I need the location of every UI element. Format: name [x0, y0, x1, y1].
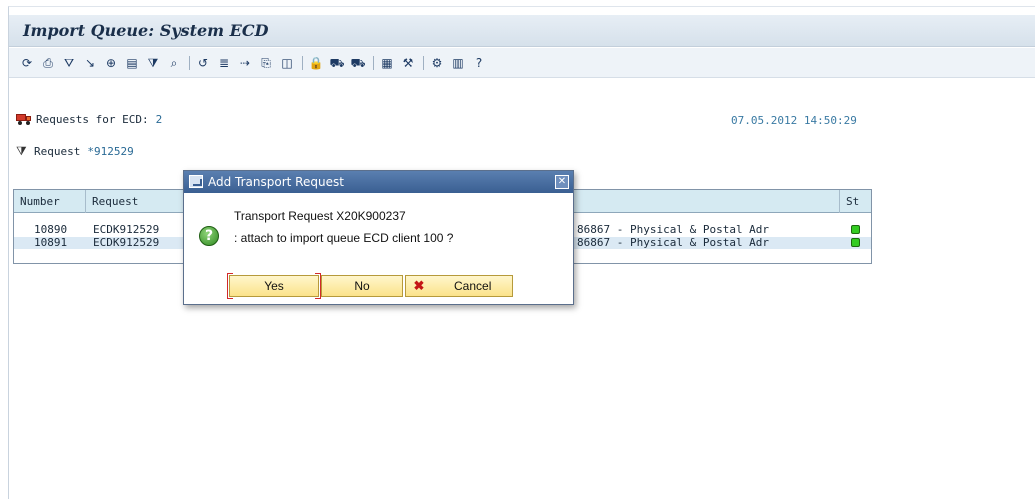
history-icon[interactable]: ↺ [195, 55, 211, 71]
yes-button[interactable]: Yes [227, 273, 321, 299]
toolbar-separator [423, 56, 424, 70]
row-description: 86867 - Physical & Postal Adr [577, 236, 770, 249]
toolbar-separator [189, 56, 190, 70]
status-green-icon [851, 225, 860, 234]
add-transport-request-dialog: Add Transport Request ✕ ? Transport Requ… [183, 170, 574, 305]
status-green-icon [851, 238, 860, 247]
display-icon[interactable]: ▤ [124, 55, 140, 71]
question-icon: ? [199, 226, 219, 246]
close-icon[interactable]: ✕ [555, 175, 569, 189]
help-icon[interactable]: ? [471, 55, 487, 71]
no-button-label: No [354, 279, 370, 293]
transport-icon[interactable]: ⇢ [237, 55, 253, 71]
refresh-icon[interactable]: ⟳ [19, 55, 35, 71]
settings-icon[interactable]: ⚙ [429, 55, 445, 71]
row-number: 10891 [34, 236, 68, 249]
row-request: ECDK912529 [93, 223, 160, 236]
cancel-button-label: Cancel [454, 279, 492, 293]
requests-count: 2 [155, 112, 163, 126]
grid-icon[interactable]: ▥ [450, 55, 466, 71]
requests-info: Requests for ECD: 2 [16, 111, 162, 127]
timestamp: 07.05.2012 14:50:29 [731, 114, 857, 127]
import-all-icon[interactable]: ⛟ [350, 55, 366, 71]
import-truck-icon[interactable]: ⛟ [329, 55, 345, 71]
print-icon[interactable]: ⎙ [40, 55, 56, 71]
title-bar: Import Queue: System ECD [9, 15, 1035, 47]
filter-value: *912529 [87, 144, 134, 158]
truck-icon [16, 113, 32, 125]
dialog-body: ? Transport Request X20K900237 : attach … [184, 193, 573, 304]
row-description: 86867 - Physical & Postal Adr [577, 223, 770, 236]
filter-label: Request [34, 144, 81, 158]
window-title: Import Queue: System ECD [23, 21, 269, 40]
filter-info: ⧩ Request *912529 [16, 143, 134, 159]
details-icon[interactable]: ◫ [279, 55, 295, 71]
tools-icon[interactable]: ⚒ [400, 55, 416, 71]
toolbar-separator [373, 56, 374, 70]
no-button[interactable]: No [321, 275, 403, 297]
dialog-window-icon [189, 175, 203, 188]
lock-icon[interactable]: 🔒 [308, 55, 324, 71]
column-header-request[interactable]: Request [86, 190, 186, 213]
dialog-title-bar[interactable]: Add Transport Request ✕ [184, 171, 573, 193]
find-icon[interactable]: ⌕ [166, 55, 182, 71]
log-icon[interactable]: ≣ [216, 55, 232, 71]
row-request: ECDK912529 [93, 236, 160, 249]
row-number: 10890 [34, 223, 68, 236]
select-icon[interactable]: ↘ [82, 55, 98, 71]
yes-button-label: Yes [264, 279, 284, 293]
cancel-x-icon: ✖ [413, 278, 425, 293]
zoom-icon[interactable]: ⊕ [103, 55, 119, 71]
requests-label: Requests for ECD: [36, 112, 149, 126]
column-header-number[interactable]: Number [14, 190, 86, 213]
layout-icon[interactable]: ▦ [379, 55, 395, 71]
dialog-message-line1: Transport Request X20K900237 [234, 209, 406, 223]
dialog-message-line2: : attach to import queue ECD client 100 … [234, 231, 454, 245]
toolbar-separator [302, 56, 303, 70]
document-icon[interactable]: ⎘ [258, 55, 274, 71]
column-header-status[interactable]: St [840, 190, 871, 213]
dialog-title: Add Transport Request [208, 175, 344, 189]
cancel-button[interactable]: ✖ Cancel [405, 275, 513, 297]
application-toolbar: ⟳ ⎙ ⛛ ↘ ⊕ ▤ ⧩ ⌕ ↺ ≣ ⇢ ⎘ ◫ 🔒 ⛟ ⛟ ▦ ⚒ ⚙ ▥? [9, 48, 1035, 78]
filter-icon[interactable]: ⛛ [61, 55, 77, 71]
set-filter-icon[interactable]: ⧩ [145, 55, 161, 71]
filter-icon: ⧩ [16, 143, 27, 158]
